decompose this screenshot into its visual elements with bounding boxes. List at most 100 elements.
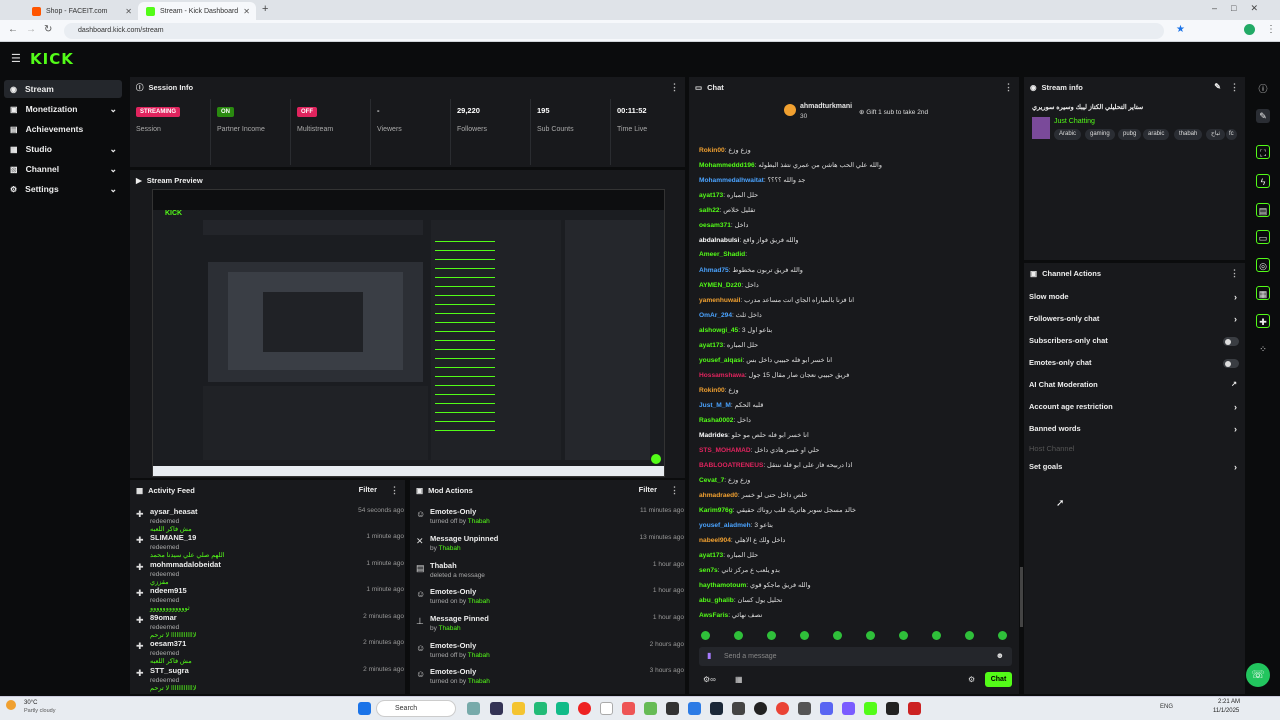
set-goals-row[interactable]: Set goals › bbox=[1029, 462, 1241, 482]
mic-icon[interactable]: ▮ bbox=[707, 651, 711, 660]
scan-icon[interactable]: ⛶ bbox=[1256, 145, 1270, 159]
emotes-only-row[interactable]: Emotes-only chat bbox=[1029, 358, 1241, 378]
chat-username[interactable]: yamenhuwail bbox=[699, 297, 740, 304]
broadcast-icon[interactable]: ◎ bbox=[1256, 258, 1270, 272]
category-link[interactable]: Just Chatting bbox=[1054, 118, 1095, 125]
kick-app-icon[interactable] bbox=[864, 702, 877, 715]
emote-icon[interactable] bbox=[965, 631, 974, 640]
clock-date[interactable]: 11/1/2025 bbox=[1213, 708, 1239, 714]
chat-username[interactable]: Cevat_7 bbox=[699, 477, 724, 484]
chat-username[interactable]: abdalnabulsi bbox=[699, 237, 739, 244]
app-icon[interactable] bbox=[666, 702, 679, 715]
chat-username[interactable]: Ahmad75 bbox=[699, 267, 729, 274]
layout-icon[interactable]: ▦ bbox=[1256, 286, 1270, 300]
filter-button[interactable]: Filter bbox=[639, 485, 657, 494]
slow-mode-row[interactable]: Slow mode › bbox=[1029, 292, 1241, 312]
gear-icon[interactable]: ⚙ bbox=[968, 675, 975, 684]
app-icon[interactable] bbox=[886, 702, 899, 715]
ai-moderation-row[interactable]: AI Chat Moderation ↗ bbox=[1029, 380, 1241, 400]
app-icon[interactable] bbox=[732, 702, 745, 715]
sidebar-item-achievements[interactable]: ▤ Achievements bbox=[4, 120, 122, 138]
apps-icon[interactable]: ⁘ bbox=[1256, 342, 1270, 356]
banned-words-row[interactable]: Banned words › bbox=[1029, 424, 1241, 444]
app-icon[interactable] bbox=[622, 702, 635, 715]
emote-picker-icon[interactable]: ☻ bbox=[996, 651, 1004, 660]
language-indicator[interactable]: ENG bbox=[1160, 704, 1173, 710]
chat-username[interactable]: ayat173 bbox=[699, 342, 723, 349]
app-icon[interactable] bbox=[754, 702, 767, 715]
chat-username[interactable]: oesam371 bbox=[699, 222, 731, 229]
more-icon[interactable]: ⋮ bbox=[390, 485, 399, 496]
edit-icon[interactable]: ✎ bbox=[1256, 109, 1270, 123]
chat-username[interactable]: ayat173 bbox=[699, 192, 723, 199]
back-icon[interactable]: ← bbox=[8, 24, 18, 35]
app-icon[interactable] bbox=[842, 702, 855, 715]
chat-username[interactable]: Karim976g bbox=[699, 507, 733, 514]
chat-username[interactable]: Mohammeddd196 bbox=[699, 162, 755, 169]
chat-username[interactable]: ayat173 bbox=[699, 552, 723, 559]
chat-username[interactable]: STS_MOHAMAD bbox=[699, 447, 751, 454]
edit-icon[interactable]: ✎ bbox=[1214, 82, 1221, 91]
close-icon[interactable]: ✕ bbox=[125, 7, 132, 16]
chat-username[interactable]: Mohammedalhwaitat bbox=[699, 177, 764, 184]
edge-icon[interactable] bbox=[556, 702, 569, 715]
chat-username[interactable]: yousef_aladmeh bbox=[699, 522, 751, 529]
chat-username[interactable]: Rasha0002 bbox=[699, 417, 733, 424]
gift-sub-button[interactable]: ⊕ Gift 1 sub to take 2nd bbox=[859, 108, 928, 116]
chat-username[interactable]: Hossamshawa bbox=[699, 372, 745, 379]
emote-icon[interactable] bbox=[866, 631, 875, 640]
chat-settings-icon[interactable]: ⚙∞ bbox=[703, 675, 716, 684]
app-icon[interactable] bbox=[908, 702, 921, 715]
app-icon[interactable] bbox=[644, 702, 657, 715]
app-icon[interactable] bbox=[798, 702, 811, 715]
info-icon[interactable]: ⓘ bbox=[1256, 82, 1270, 96]
subscribers-only-toggle[interactable] bbox=[1223, 337, 1239, 346]
steam-icon[interactable] bbox=[710, 702, 723, 715]
chat-scrollbar[interactable] bbox=[1020, 567, 1023, 627]
sidebar-item-studio[interactable]: ▦ Studio ⌄ bbox=[4, 140, 122, 158]
top-gifter-name[interactable]: ahmadturkmani bbox=[800, 103, 852, 110]
stream-preview-video[interactable]: KICK bbox=[152, 189, 665, 477]
kick-logo[interactable]: KICK bbox=[30, 50, 74, 68]
forward-icon[interactable]: → bbox=[26, 24, 36, 35]
account-age-row[interactable]: Account age restriction › bbox=[1029, 402, 1241, 422]
clock-time[interactable]: 2:21 AM bbox=[1218, 699, 1240, 705]
followers-only-row[interactable]: Followers-only chat › bbox=[1029, 314, 1241, 334]
document-icon[interactable]: ▤ bbox=[1256, 203, 1270, 217]
new-tab-button[interactable]: + bbox=[262, 3, 268, 15]
chat-input[interactable]: ▮ Send a message ☻ bbox=[699, 647, 1012, 666]
sidebar-item-settings[interactable]: ⚙ Settings ⌄ bbox=[4, 180, 122, 198]
app-icon[interactable] bbox=[600, 702, 613, 715]
chat-username[interactable]: OmAr_294 bbox=[699, 312, 732, 319]
wrench-icon[interactable]: ✚ bbox=[1256, 314, 1270, 328]
bookmark-star-icon[interactable]: ★ bbox=[1176, 24, 1185, 35]
chat-username[interactable]: haythamotoum bbox=[699, 582, 746, 589]
chat-username[interactable]: Ameer_Shadid bbox=[699, 251, 745, 258]
emote-icon[interactable] bbox=[833, 631, 842, 640]
emote-icon[interactable] bbox=[998, 631, 1007, 640]
browser-menu-icon[interactable]: ⋮ bbox=[1266, 24, 1276, 35]
chat-bubble-icon[interactable]: ▭ bbox=[1256, 230, 1270, 244]
app-icon[interactable] bbox=[688, 702, 701, 715]
app-icon[interactable] bbox=[534, 702, 547, 715]
more-icon[interactable]: ⋮ bbox=[670, 485, 679, 496]
app-icon[interactable] bbox=[467, 702, 480, 715]
chat-username[interactable]: sen7s bbox=[699, 567, 718, 574]
sidebar-item-monetization[interactable]: ▣ Monetization ⌄ bbox=[4, 100, 122, 118]
calendar-icon[interactable]: ▦ bbox=[735, 675, 743, 684]
reload-icon[interactable]: ↻ bbox=[44, 24, 52, 35]
opera-icon[interactable] bbox=[578, 702, 591, 715]
chat-username[interactable]: AwsFaris bbox=[699, 612, 728, 619]
window-controls[interactable]: –□✕ bbox=[1212, 3, 1272, 14]
chat-username[interactable]: AYMEN_Dz20 bbox=[699, 282, 741, 289]
emote-icon[interactable] bbox=[899, 631, 908, 640]
chat-username[interactable]: Rokin00 bbox=[699, 147, 725, 154]
chat-username[interactable]: Madrides bbox=[699, 432, 728, 439]
more-icon[interactable]: ⋮ bbox=[670, 82, 679, 93]
chat-username[interactable]: alshowgi_45 bbox=[699, 327, 738, 334]
chat-username[interactable]: abu_ghalib bbox=[699, 597, 734, 604]
sidebar-item-stream[interactable]: ◉ Stream bbox=[4, 80, 122, 98]
discord-icon[interactable] bbox=[820, 702, 833, 715]
lightning-icon[interactable]: ϟ bbox=[1256, 174, 1270, 188]
chat-username[interactable]: BABLOOATRENEUS bbox=[699, 462, 763, 469]
